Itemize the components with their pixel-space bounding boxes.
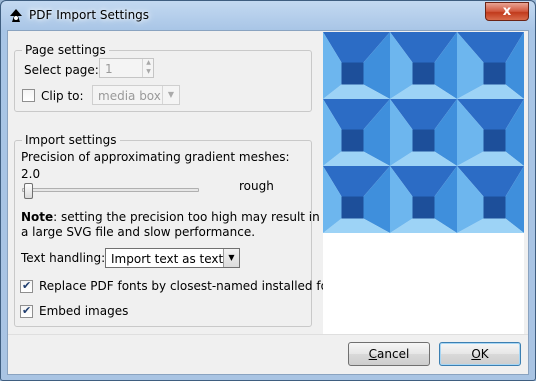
preview-tile-center (412, 62, 435, 85)
embed-images-label: Embed images (39, 304, 129, 318)
spin-down-icon[interactable]: ▼ (144, 68, 153, 76)
dialog-client-area: Page settings Select page: 1 ▲ ▼ Clip to… (7, 30, 529, 375)
ok-mnemonic: O (471, 347, 481, 361)
ok-button[interactable]: OK (439, 342, 521, 366)
replace-fonts-label: Replace PDF fonts by closest-named insta… (39, 279, 347, 293)
replace-fonts-checkbox[interactable] (20, 279, 33, 293)
spinner-arrows[interactable]: ▲ ▼ (142, 59, 153, 77)
clip-to-value: media box (98, 89, 161, 103)
button-separator (8, 334, 528, 335)
preview-tile-center (341, 62, 364, 85)
rough-label: rough (239, 179, 274, 193)
precision-slider-thumb[interactable] (24, 183, 33, 199)
precision-value: 2.0 (21, 167, 41, 181)
window-title: PDF Import Settings (29, 8, 150, 22)
precision-label: Precision of approximating gradient mesh… (21, 150, 290, 164)
clip-to-label: Clip to: (41, 89, 84, 103)
page-settings-title: Page settings (22, 43, 109, 57)
chevron-down-icon: ▼ (223, 249, 239, 267)
select-page-label: Select page: (24, 63, 99, 77)
select-page-value: 1 (105, 62, 113, 76)
cancel-mnemonic: C (368, 347, 378, 361)
import-settings-title: Import settings (22, 133, 120, 147)
preview-tile-center (483, 62, 506, 85)
page-preview (323, 32, 524, 334)
preview-tile-center (341, 129, 364, 152)
title-bar[interactable]: PDF Import Settings x (1, 1, 535, 31)
note-text-1: : setting the precision too high may res… (53, 210, 320, 224)
select-page-spinner[interactable]: 1 ▲ ▼ (99, 58, 154, 78)
preview-tile-center (483, 129, 506, 152)
preview-tile-center (483, 196, 506, 219)
ok-rest: K (480, 347, 489, 361)
close-button[interactable]: x (485, 2, 529, 21)
text-handling-label: Text handling: (21, 251, 106, 265)
text-handling-select[interactable]: Import text as text ▼ (105, 248, 240, 268)
chevron-down-icon: ▼ (162, 86, 179, 104)
preview-tile-center (341, 196, 364, 219)
preview-tile-center (412, 129, 435, 152)
spin-up-icon[interactable]: ▲ (144, 59, 153, 67)
note-bold: Note (21, 210, 54, 224)
cancel-rest: ancel (377, 347, 410, 361)
inkscape-app-icon (10, 9, 22, 22)
cancel-button[interactable]: Cancel (348, 342, 430, 366)
embed-images-checkbox[interactable] (20, 304, 33, 318)
precision-slider-track[interactable] (22, 188, 199, 192)
note-line-1: Note: setting the precision too high may… (21, 210, 320, 224)
note-line-2: a large SVG file and slow performance. (21, 225, 256, 239)
text-handling-value: Import text as text (111, 252, 224, 266)
preview-tile-center (412, 196, 435, 219)
dialog-window: PDF Import Settings x Page settings Sele… (0, 0, 536, 381)
clip-to-checkbox[interactable] (22, 89, 35, 102)
clip-to-select[interactable]: media box ▼ (92, 85, 180, 105)
preview-thumbnail (323, 32, 524, 233)
